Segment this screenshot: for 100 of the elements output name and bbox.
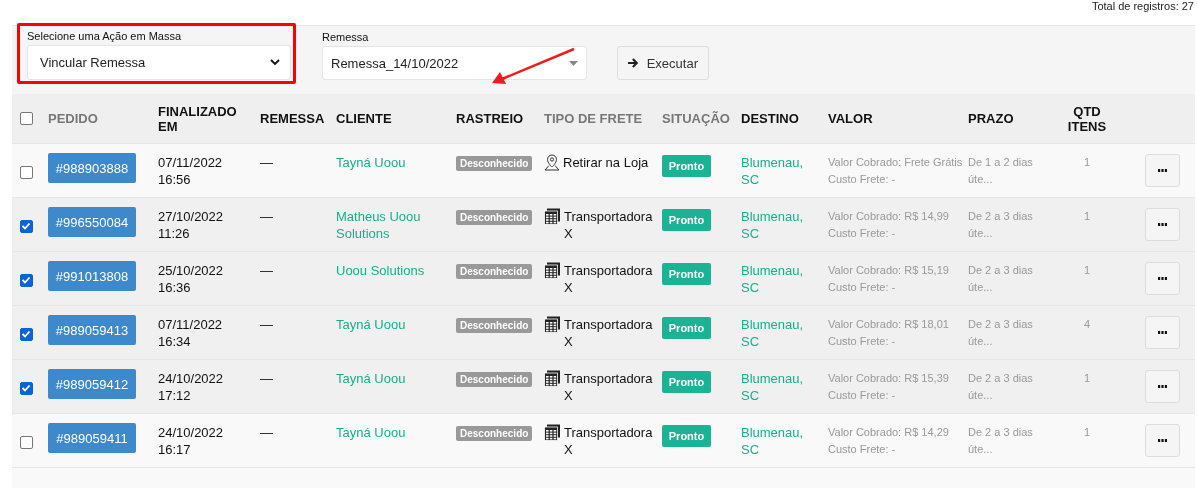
items-count: 1: [1082, 425, 1092, 440]
row-checkbox[interactable]: [20, 220, 33, 233]
table-cell-text: —: [260, 424, 274, 441]
field-label: Selecione uma Ação em Massa: [27, 30, 183, 42]
client-link[interactable]: Tayná Uoou: [336, 306, 446, 333]
more-icon: [1158, 223, 1167, 226]
destination-link[interactable]: Blumenau, SC: [741, 198, 811, 242]
select-all-checkbox[interactable]: [20, 112, 33, 125]
table-cell-text: 07/11/2022 16:56: [158, 154, 224, 188]
order-button[interactable]: #989059413: [48, 315, 136, 345]
calendar-grid-icon: [544, 370, 561, 387]
tracking-badge: Desconhecido: [456, 372, 533, 387]
items-count: 1: [1082, 209, 1092, 224]
more-icon: [1158, 385, 1167, 388]
more-icon: [1158, 331, 1167, 334]
order-button[interactable]: #989059412: [48, 369, 136, 399]
tracking-badge: Desconhecido: [456, 318, 533, 333]
charged-value: Valor Cobrado: R$ 18,01: [828, 317, 950, 332]
deadline-text: De 2 a 3 dias úte...: [968, 371, 1034, 403]
table-cell-text: —: [260, 262, 274, 279]
table-cell-text: —: [260, 316, 274, 333]
tracking-badge: Desconhecido: [456, 426, 533, 441]
destination-link[interactable]: Blumenau, SC: [741, 144, 811, 188]
calendar-grid-icon: [544, 262, 561, 279]
charged-value: Valor Cobrado: R$ 15,39: [828, 371, 950, 386]
row-checkbox[interactable]: [20, 166, 33, 179]
tracking-badge: Desconhecido: [456, 264, 533, 279]
table-cell-text: 27/10/2022 11:26: [158, 208, 225, 242]
shipping-type: Transportadora X: [564, 262, 654, 296]
items-count: 4: [1082, 317, 1092, 332]
order-button[interactable]: #996550084: [48, 207, 136, 237]
shipping-type: Retirar na Loja: [563, 154, 649, 171]
client-link[interactable]: Matheus Uoou Solutions: [336, 198, 446, 242]
bulk-action-select[interactable]: Vincular Remessa: [27, 45, 291, 80]
order-button[interactable]: #988903888: [48, 153, 136, 183]
order-button[interactable]: #991013808: [48, 261, 136, 291]
column-header: FINALIZADO EM: [158, 103, 238, 134]
destination-link[interactable]: Blumenau, SC: [741, 306, 811, 350]
shipping-cost: Custo Frete: -: [828, 280, 897, 295]
table-cell-text: —: [260, 208, 274, 225]
execute-button[interactable]: Executar: [617, 46, 709, 80]
status-badge: Pronto: [662, 155, 711, 177]
shipping-type: Transportadora X: [564, 316, 654, 350]
column-header: SITUAÇÃO: [662, 111, 731, 126]
status-badge: Pronto: [662, 425, 711, 447]
table-cell-text: 24/10/2022 17:12: [158, 370, 225, 404]
column-header: PEDIDO: [48, 111, 99, 126]
destination-link[interactable]: Blumenau, SC: [741, 360, 811, 404]
destination-link[interactable]: Blumenau, SC: [741, 414, 811, 458]
items-count: 1: [1082, 263, 1092, 278]
client-link[interactable]: Tayná Uoou: [336, 360, 446, 387]
charged-value: Valor Cobrado: Frete Grátis: [828, 155, 964, 170]
items-count: 1: [1082, 371, 1092, 386]
total-records: Total de registros: 27: [1091, 0, 1194, 12]
more-icon: [1158, 277, 1167, 280]
map-pin-icon: [544, 154, 560, 171]
table-cell-text: —: [260, 154, 274, 171]
field-label: Remessa: [322, 31, 370, 43]
deadline-text: De 2 a 3 dias úte...: [968, 209, 1034, 241]
table-cell-text: 07/11/2022 16:34: [158, 316, 224, 350]
more-icon: [1158, 439, 1167, 442]
arrow-right-icon: [628, 58, 639, 68]
shipment-select[interactable]: Remessa_14/10/2022: [322, 46, 587, 80]
deadline-text: De 2 a 3 dias úte...: [968, 317, 1034, 349]
row-checkbox[interactable]: [20, 328, 33, 341]
shipping-cost: Custo Frete: -: [828, 172, 897, 187]
tracking-badge: Desconhecido: [456, 210, 533, 225]
status-badge: Pronto: [662, 263, 711, 285]
client-link[interactable]: Tayná Uoou: [336, 144, 446, 171]
row-checkbox[interactable]: [20, 436, 33, 449]
client-link[interactable]: Tayná Uoou: [336, 414, 446, 441]
charged-value: Valor Cobrado: R$ 15,19: [828, 263, 950, 278]
shipping-type: Transportadora X: [564, 370, 654, 404]
deadline-text: De 1 a 2 dias úte...: [968, 155, 1034, 187]
deadline-text: De 2 a 3 dias úte...: [968, 263, 1034, 295]
items-count: 1: [1082, 155, 1092, 170]
charged-value: Valor Cobrado: R$ 14,99: [828, 209, 950, 224]
row-checkbox[interactable]: [20, 274, 33, 287]
shipping-type: Transportadora X: [564, 208, 654, 242]
chevron-down-icon: [270, 59, 280, 66]
shipping-cost: Custo Frete: -: [828, 388, 897, 403]
column-header: VALOR: [828, 111, 874, 126]
column-header: QTD ITENS: [1066, 103, 1108, 134]
column-header: DESTINO: [741, 111, 800, 126]
table-cell-text: —: [260, 370, 274, 387]
calendar-grid-icon: [544, 424, 561, 441]
charged-value: Valor Cobrado: R$ 14,29: [828, 425, 950, 440]
tracking-badge: Desconhecido: [456, 156, 533, 171]
table-cell-text: 25/10/2022 16:36: [158, 262, 225, 296]
deadline-text: De 2 a 3 dias úte...: [968, 425, 1034, 457]
destination-link[interactable]: Blumenau, SC: [741, 252, 811, 296]
status-badge: Pronto: [662, 371, 711, 393]
status-badge: Pronto: [662, 209, 711, 231]
caret-down-icon: [569, 60, 578, 66]
table-cell-text: 24/10/2022 16:17: [158, 424, 225, 458]
row-checkbox[interactable]: [20, 382, 33, 395]
order-button[interactable]: #989059411: [48, 423, 136, 453]
calendar-grid-icon: [544, 208, 561, 225]
client-link[interactable]: Uoou Solutions: [336, 252, 446, 279]
column-header: PRAZO: [968, 111, 1015, 126]
